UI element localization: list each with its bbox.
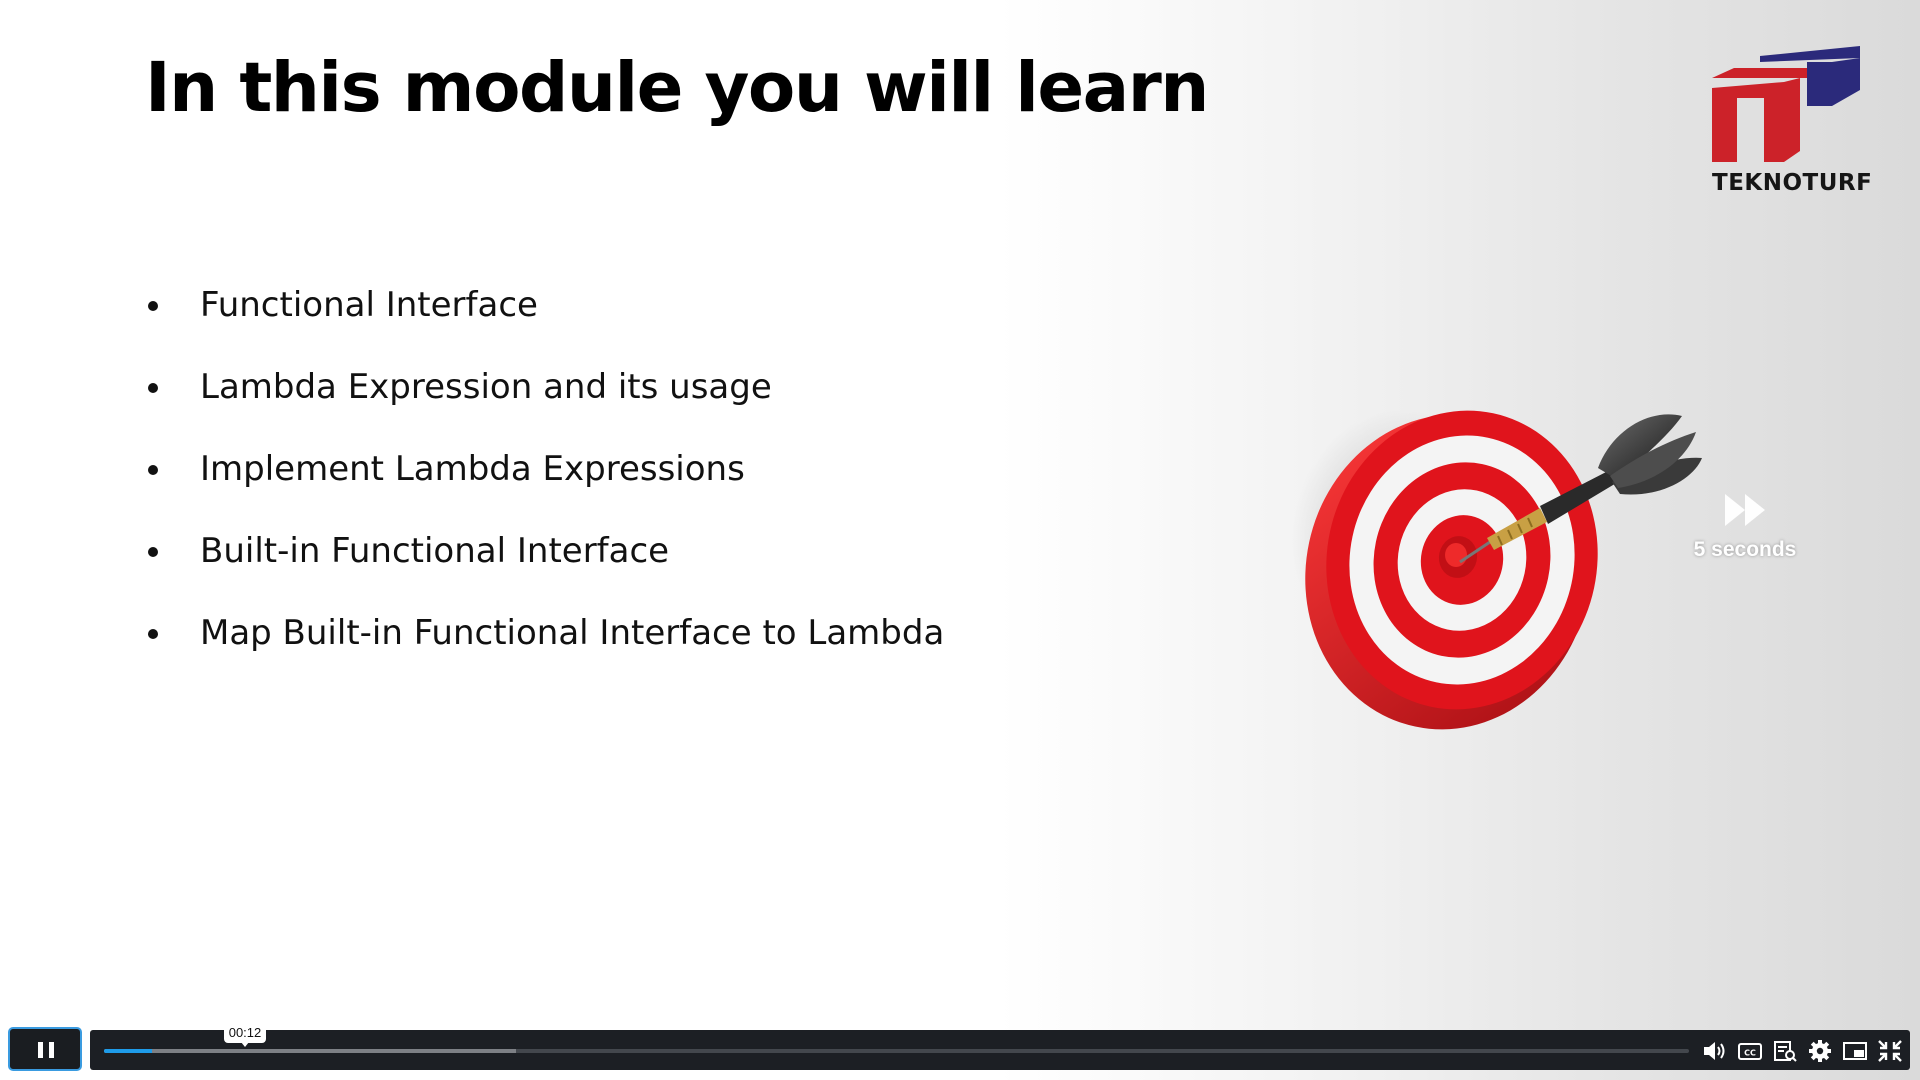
bullet-dot-icon [148, 383, 158, 393]
bullet-item: Built-in Functional Interface [145, 522, 944, 604]
bullet-item: Lambda Expression and its usage [145, 358, 944, 440]
bullet-item: Map Built-in Functional Interface to Lam… [145, 604, 944, 686]
hover-time-tooltip: 00:12 [224, 1023, 266, 1047]
slide-title: In this module you will learn [145, 48, 1209, 128]
bullet-item: Functional Interface [145, 276, 944, 358]
bullet-dot-icon [148, 465, 158, 475]
svg-text:CC: CC [1744, 1049, 1756, 1058]
pause-icon [38, 1042, 43, 1058]
control-bar: 00:12 CC [90, 1023, 1910, 1070]
bullet-text: Implement Lambda Expressions [200, 449, 745, 489]
exit-fullscreen-button[interactable] [1875, 1038, 1905, 1064]
picture-in-picture-button[interactable] [1840, 1038, 1870, 1064]
exit-fullscreen-icon [1878, 1040, 1902, 1062]
pause-button[interactable] [8, 1027, 82, 1071]
player-controls: 00:12 CC [0, 1020, 1920, 1080]
bullet-dot-icon [148, 629, 158, 639]
bullet-item: Implement Lambda Expressions [145, 440, 944, 522]
bullet-dot-icon [148, 301, 158, 311]
picture-in-picture-icon [1843, 1042, 1867, 1060]
gear-icon [1809, 1040, 1831, 1062]
bullet-list: Functional Interface Lambda Expression a… [145, 276, 944, 686]
volume-icon [1704, 1042, 1725, 1060]
video-frame[interactable]: In this module you will learn Functional… [0, 0, 1920, 1080]
settings-button[interactable] [1805, 1038, 1835, 1064]
bullet-text: Functional Interface [200, 285, 538, 325]
dart-target-image [1240, 390, 1760, 750]
skip-forward-indicator: 5 seconds [1680, 490, 1810, 570]
logo-text: TEKNOTURF [1712, 170, 1873, 196]
volume-button[interactable] [1700, 1038, 1730, 1064]
bullet-text: Lambda Expression and its usage [200, 367, 772, 407]
played-range [104, 1049, 152, 1053]
progress-bar[interactable] [104, 1049, 1689, 1053]
bullet-text: Map Built-in Functional Interface to Lam… [200, 613, 945, 653]
teknoturf-logo: TEKNOTURF [1712, 46, 1873, 206]
pause-icon [49, 1042, 54, 1058]
captions-button[interactable]: CC [1735, 1038, 1765, 1064]
buffered-range [104, 1049, 517, 1053]
transcript-button[interactable] [1770, 1038, 1800, 1064]
closed-captions-icon: CC [1738, 1043, 1762, 1060]
skip-label: 5 seconds [1693, 538, 1797, 561]
bullet-dot-icon [148, 547, 158, 557]
fast-forward-icon [1725, 494, 1765, 526]
logo-mark-icon [1712, 46, 1860, 162]
transcript-icon [1774, 1041, 1797, 1062]
bullet-text: Built-in Functional Interface [200, 531, 670, 571]
